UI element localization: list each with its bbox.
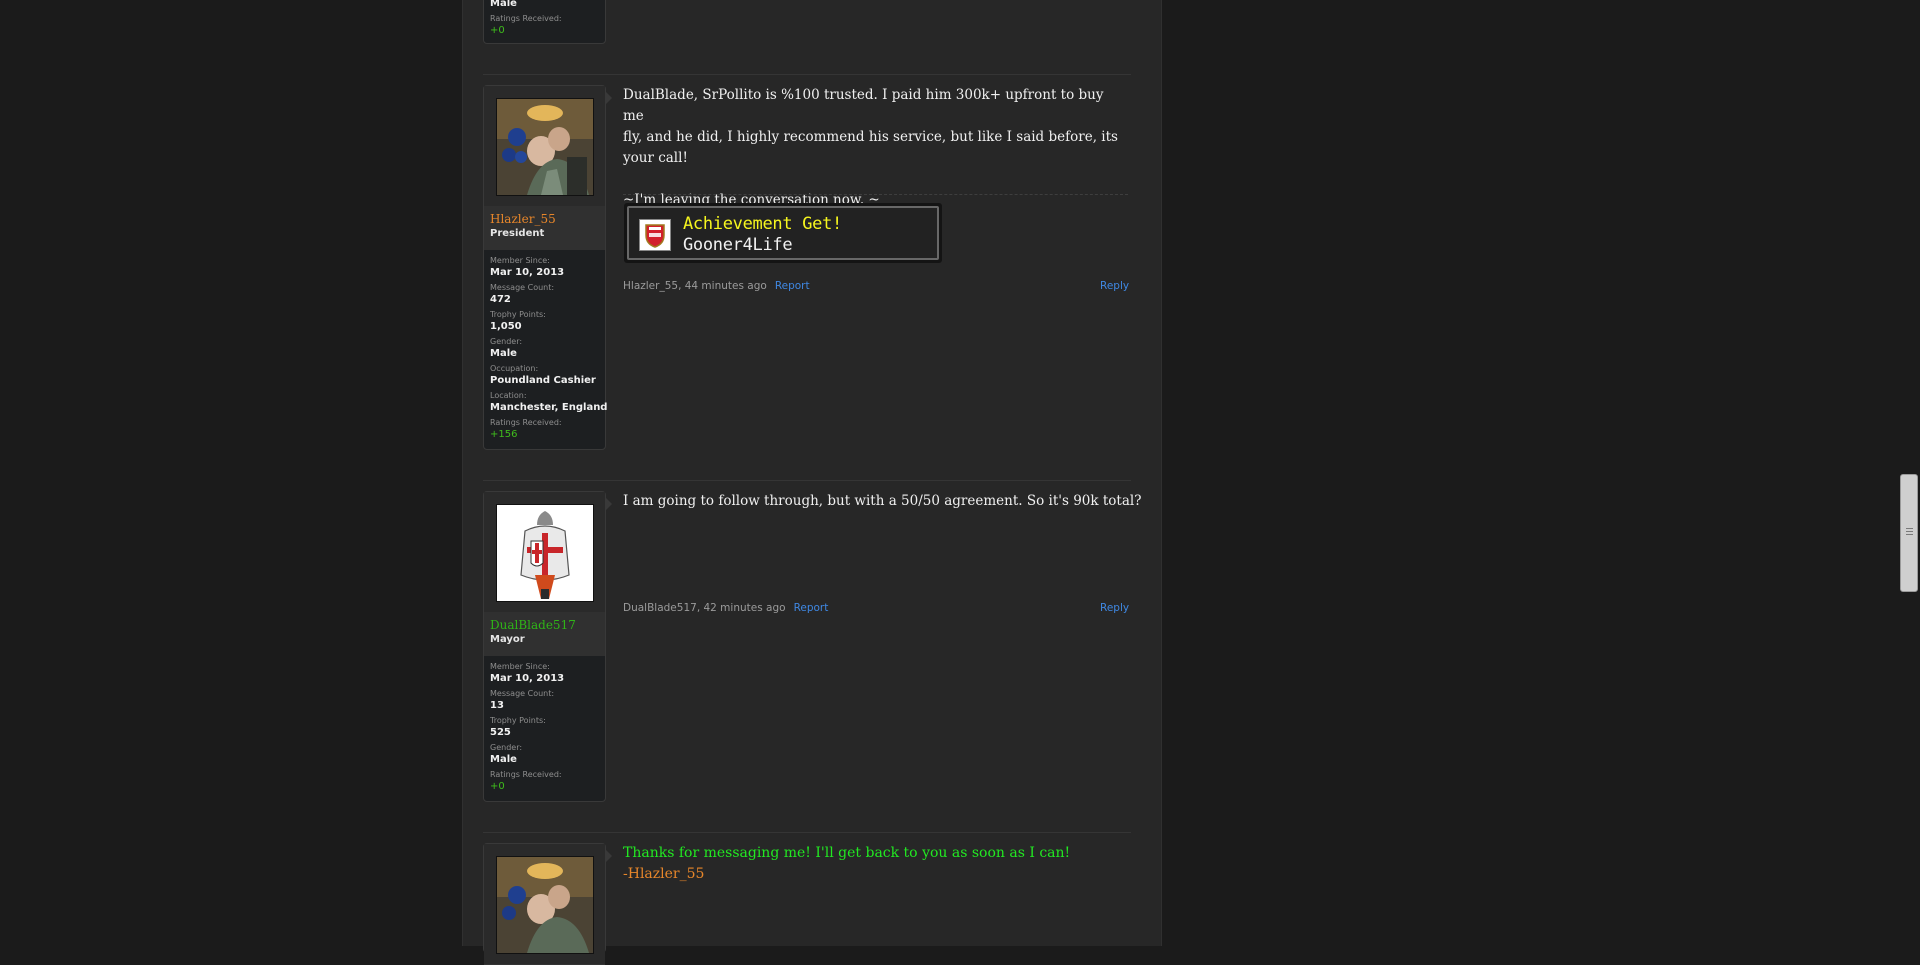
stat-value-ratings[interactable]: +0 xyxy=(490,780,564,797)
username[interactable]: Hlazler_55 xyxy=(490,212,556,226)
stat-value-trophy-points[interactable]: 1,050 xyxy=(490,320,607,337)
stat-label-trophy-points: Trophy Points: xyxy=(490,310,546,319)
post-divider xyxy=(483,480,1131,481)
message-line: your call! xyxy=(623,150,688,166)
stat-value-ratings[interactable]: +0 xyxy=(490,24,562,41)
stat-value-trophy-points[interactable]: 525 xyxy=(490,726,564,743)
reply-link[interactable]: Reply xyxy=(1100,602,1129,614)
achievement-frame: Achievement Get! Gooner4Life xyxy=(627,206,939,260)
avatar-frame xyxy=(484,492,605,613)
stat-value-gender: Male xyxy=(490,754,517,765)
stat-value-location[interactable]: Manchester, England xyxy=(490,401,607,418)
stat-value-gender: Male xyxy=(490,0,517,9)
stat-value-occupation: Poundland Cashier xyxy=(490,375,596,386)
reply-link[interactable]: Reply xyxy=(1100,280,1129,292)
post-divider xyxy=(483,74,1131,75)
message-line: fly, and he did, I highly recommend his … xyxy=(623,129,1118,145)
stat-value-message-count[interactable]: 13 xyxy=(490,699,564,716)
stat-label-gender: Gender: xyxy=(490,337,523,346)
avatar-frame xyxy=(484,844,605,965)
scrollbar-track[interactable] xyxy=(1898,0,1920,946)
stat-label-gender: Gender: xyxy=(490,743,523,752)
scrollbar-grip xyxy=(1906,534,1913,535)
stat-label-ratings: Ratings Received: xyxy=(490,14,562,23)
auto-reply-signature: -Hlazler_55 xyxy=(623,866,705,882)
username-block: Hlazler_55 President xyxy=(484,206,605,250)
arsenal-crest-icon xyxy=(639,219,671,251)
stat-label-trophy-points: Trophy Points: xyxy=(490,716,546,725)
stat-label-ratings: Ratings Received: xyxy=(490,770,562,779)
user-title: President xyxy=(490,228,545,239)
stat-label-location: Location: xyxy=(490,391,527,400)
auto-reply-message: Thanks for messaging me! I'll get back t… xyxy=(623,843,1070,885)
avatar[interactable] xyxy=(496,856,594,954)
user-stats: Member Since: Mar 10, 2013 Message Count… xyxy=(490,662,564,797)
message-body: I am going to follow through, but with a… xyxy=(623,491,1153,512)
username[interactable]: DualBlade517 xyxy=(490,618,576,632)
message-arrow xyxy=(606,92,612,104)
stat-label-message-count: Message Count: xyxy=(490,689,555,698)
stat-label-ratings: Ratings Received: xyxy=(490,418,562,427)
report-link[interactable]: Report xyxy=(794,602,829,614)
achievement-title: Achievement Get! xyxy=(683,214,842,234)
achievement-signature: Achievement Get! Gooner4Life xyxy=(624,203,942,263)
stat-label-member-since: Member Since: xyxy=(490,256,550,265)
user-panel-prev: Male Ratings Received: +0 xyxy=(483,0,606,44)
stat-label-message-count: Message Count: xyxy=(490,283,555,292)
avatar-frame xyxy=(484,86,605,207)
user-panel-dualblade: DualBlade517 Mayor Member Since: Mar 10,… xyxy=(483,491,606,802)
message-body: DualBlade, SrPollito is %100 trusted. I … xyxy=(623,85,1128,211)
message-meta: DualBlade517, 42 minutes ago Report xyxy=(623,602,828,614)
avatar[interactable] xyxy=(496,98,594,196)
stat-value-member-since: Mar 10, 2013 xyxy=(490,267,565,278)
auto-reply-line: Thanks for messaging me! I'll get back t… xyxy=(623,845,1071,861)
user-title: Mayor xyxy=(490,634,525,645)
stat-value-ratings[interactable]: +156 xyxy=(490,428,607,445)
author-timestamp[interactable]: Hlazler_55, 44 minutes ago xyxy=(623,280,767,292)
stat-value-message-count[interactable]: 472 xyxy=(490,293,607,310)
message-arrow xyxy=(606,850,612,862)
stat-value-member-since: Mar 10, 2013 xyxy=(490,673,565,684)
message-line: I am going to follow through, but with a… xyxy=(623,493,1142,509)
signature-divider xyxy=(623,194,1128,195)
author-timestamp[interactable]: DualBlade517, 42 minutes ago xyxy=(623,602,786,614)
user-panel-hlazler: Hlazler_55 President Member Since: Mar 1… xyxy=(483,85,607,450)
stat-label-occupation: Occupation: xyxy=(490,364,539,373)
user-stats: Member Since: Mar 10, 2013 Message Count… xyxy=(490,256,607,445)
message-arrow xyxy=(606,498,612,510)
stat-value-gender: Male xyxy=(490,348,517,359)
scrollbar-thumb[interactable] xyxy=(1900,474,1918,592)
username-block: DualBlade517 Mayor xyxy=(484,612,605,656)
message-line: DualBlade, SrPollito is %100 trusted. I … xyxy=(623,87,1104,124)
user-panel-hlazler-autoreply xyxy=(483,843,606,965)
achievement-name: Gooner4Life xyxy=(683,235,793,255)
message-meta: Hlazler_55, 44 minutes ago Report xyxy=(623,280,810,292)
stat-label-member-since: Member Since: xyxy=(490,662,550,671)
avatar[interactable] xyxy=(496,504,594,602)
report-link[interactable]: Report xyxy=(775,280,810,292)
scrollbar-grip xyxy=(1906,531,1913,532)
scrollbar-grip xyxy=(1906,528,1913,529)
post-divider xyxy=(483,832,1131,833)
